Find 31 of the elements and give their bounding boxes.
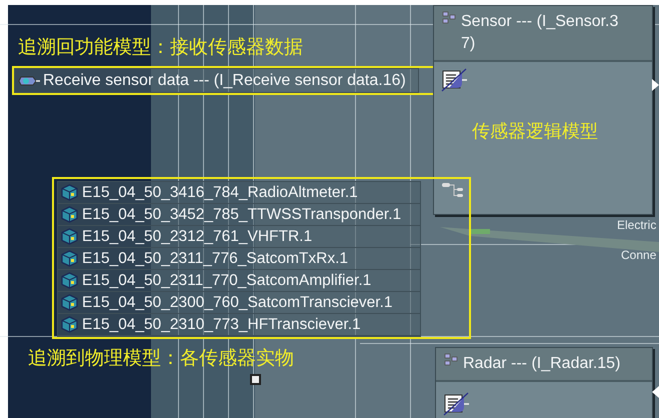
- part-item[interactable]: E15_04_50_2300_760_SatcomTransciever.1: [58, 292, 420, 314]
- document-port-icon: [441, 68, 469, 92]
- block-icon: [442, 11, 456, 24]
- block-title: Sensor --- (I_Sensor.3 7): [461, 12, 618, 54]
- annotation-text: 追溯到物理模型：各传感器实物: [28, 346, 294, 371]
- connector-label: Electric: [617, 218, 656, 232]
- radar-block[interactable]: Radar --- (I_Radar.15): [435, 347, 653, 418]
- part-item[interactable]: E15_04_50_2312_761_VHFTR.1: [58, 226, 420, 248]
- cube-icon: [61, 272, 78, 289]
- cube-icon: [61, 294, 78, 311]
- document-port-icon: [443, 392, 471, 416]
- part-item[interactable]: E15_04_50_3452_785_TTWSSTransponder.1: [58, 204, 420, 226]
- block-icon: [444, 353, 458, 366]
- port-icon: [18, 74, 40, 86]
- block-title: Radar --- (I_Radar.15): [463, 354, 620, 374]
- cube-icon: [61, 206, 78, 223]
- resize-handle[interactable]: [250, 374, 261, 385]
- arrow-icon: [652, 79, 659, 91]
- part-item[interactable]: E15_04_50_2310_773_HFTransciever.1: [58, 314, 420, 336]
- cube-icon: [61, 250, 78, 267]
- connector-label: Conne: [621, 248, 656, 262]
- part-item[interactable]: E15_04_50_2311_770_SatcomAmplifier.1: [58, 270, 420, 292]
- cube-icon: [61, 316, 78, 333]
- cube-icon: [61, 184, 78, 201]
- part-item[interactable]: E15_04_50_3416_784_RadioAltmeter.1: [58, 182, 420, 204]
- annotation-text: 追溯回功能模型：接收传感器数据: [18, 35, 303, 60]
- arrow-icon: [652, 386, 659, 398]
- function-node[interactable]: Receive sensor data --- (I_Receive sensor data.16): [14, 68, 419, 93]
- cube-icon: [61, 228, 78, 245]
- part-item[interactable]: E15_04_50_2311_776_SatcomTxRx.1: [58, 248, 420, 270]
- annotation-text: 传感器逻辑模型: [472, 120, 598, 143]
